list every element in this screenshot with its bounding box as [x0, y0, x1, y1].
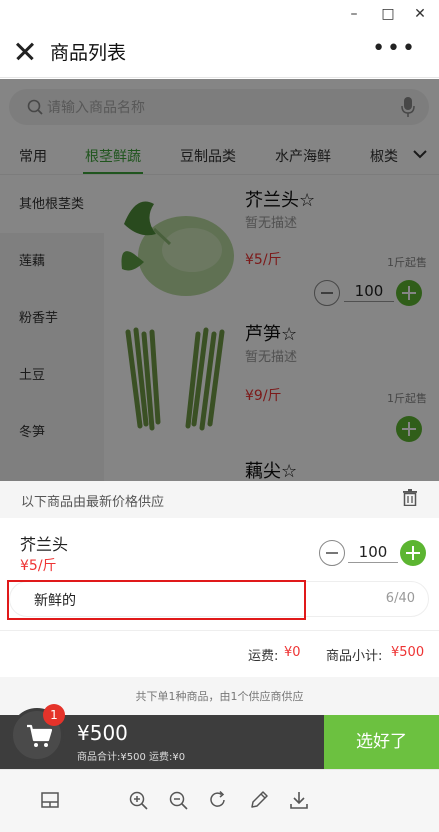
cart-popup: 以下商品由最新价格供应 芥兰头 ¥5/斤 100 新鲜的 6/40 运费: ¥0…: [0, 481, 439, 715]
rotate-icon[interactable]: [208, 790, 228, 810]
close-icon[interactable]: [12, 38, 38, 64]
increase-qty-button[interactable]: [400, 540, 426, 566]
checkout-button[interactable]: 选好了: [324, 715, 439, 769]
pencil-icon[interactable]: [249, 790, 269, 810]
window-close-button[interactable]: ✕: [410, 4, 430, 24]
app-header: 商品列表 •••: [0, 28, 439, 78]
note-char-count: 6/40: [385, 591, 415, 606]
trash-icon[interactable]: [403, 489, 417, 506]
cart-item-price: ¥5/斤: [20, 558, 57, 574]
download-icon[interactable]: [289, 790, 309, 810]
shipping-value: ¥0: [284, 645, 301, 660]
cart-total: ¥500: [77, 721, 128, 745]
note-value[interactable]: 新鲜的: [34, 590, 76, 610]
bottom-toolbar: [0, 769, 439, 832]
shopping-cart-icon: [27, 724, 52, 747]
popup-header: 以下商品由最新价格供应: [0, 481, 439, 518]
cart-qty-input[interactable]: 100: [348, 541, 398, 563]
more-menu-button[interactable]: •••: [372, 38, 417, 60]
popup-header-text: 以下商品由最新价格供应: [21, 495, 165, 510]
order-summary-text: 共下单1种商品，由1个供应商供应: [135, 690, 304, 703]
zoom-in-icon[interactable]: [128, 790, 148, 810]
maximize-button[interactable]: □: [378, 4, 398, 24]
divider: [0, 630, 439, 631]
cart-count-badge: 1: [43, 704, 65, 726]
page-title: 商品列表: [50, 42, 127, 64]
zoom-out-icon[interactable]: [168, 790, 188, 810]
decrease-qty-button[interactable]: [319, 540, 345, 566]
modal-overlay[interactable]: [0, 79, 439, 481]
window-titlebar: – □ ✕: [0, 0, 439, 28]
cart-total-detail: 商品合计:¥500 运费:¥0: [77, 752, 186, 763]
minimize-button[interactable]: –: [344, 4, 364, 24]
cart-item-name: 芥兰头: [20, 535, 69, 554]
subtotal-label: 商品小计:: [326, 649, 383, 664]
popup-footer: 共下单1种商品，由1个供应商供应: [0, 677, 439, 715]
shipping-label: 运费:: [248, 649, 279, 664]
layout-icon[interactable]: [40, 790, 60, 810]
subtotal-value: ¥500: [391, 645, 425, 660]
